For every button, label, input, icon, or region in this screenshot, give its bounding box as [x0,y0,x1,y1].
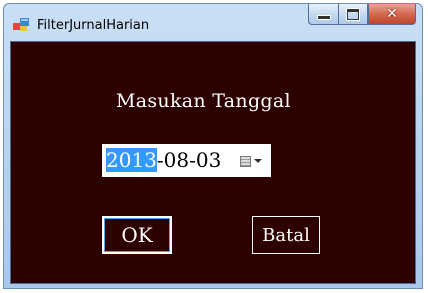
close-icon: ✕ [386,6,398,22]
maximize-button[interactable] [338,4,368,25]
window-title: FilterJurnalHarian [37,18,150,33]
cancel-button[interactable]: Batal [252,216,320,254]
calendar-dropdown-button[interactable] [240,154,262,168]
form-client-area: Masukan Tanggal 2013-08-03 OK Batal [10,41,416,284]
date-month-day: -08-03 [156,148,222,172]
maximize-icon [346,7,360,21]
dialog-window: FilterJurnalHarian ✕ Masukan Tanggal 201… [3,3,423,289]
close-button[interactable]: ✕ [368,4,416,25]
chevron-down-icon [254,159,262,163]
minimize-icon [316,14,331,20]
calendar-icon [240,155,251,167]
minimize-button[interactable] [308,4,338,25]
app-icon [13,18,29,31]
caption-buttons: ✕ [308,4,416,27]
date-label: Masukan Tanggal [116,90,291,112]
date-picker[interactable]: 2013-08-03 [102,144,271,177]
title-bar[interactable]: FilterJurnalHarian ✕ [4,4,422,40]
date-year-selected: 2013 [106,148,157,172]
ok-button[interactable]: OK [102,216,172,254]
date-value[interactable]: 2013-08-03 [106,148,221,172]
